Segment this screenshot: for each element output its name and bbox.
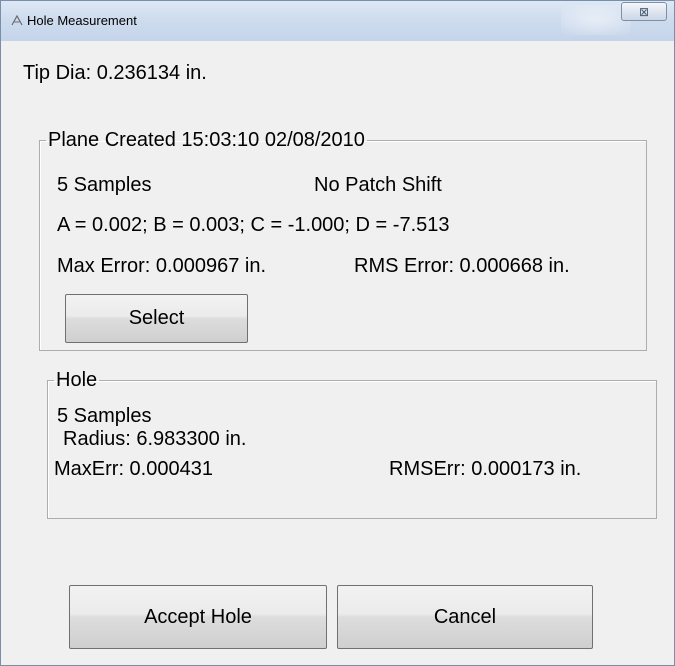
hole-measurement-dialog: Hole Measurement ⊠ Tip Dia: 0.236134 in.… (0, 0, 675, 666)
cancel-button[interactable]: Cancel (337, 585, 593, 649)
hole-group-legend: Hole (56, 369, 98, 391)
close-button[interactable]: ⊠ (621, 2, 667, 21)
dialog-client-area: Tip Dia: 0.236134 in. Plane Created 15:0… (9, 41, 666, 659)
plane-group-legend: Plane Created 15:03:10 02/08/2010 (48, 129, 365, 151)
plane-equation-label: A = 0.002; B = 0.003; C = -1.000; D = -7… (57, 214, 450, 236)
plane-max-error-label: Max Error: 0.000967 in. (57, 255, 266, 277)
plane-samples-label: 5 Samples (57, 174, 152, 196)
close-icon: ⊠ (638, 4, 650, 19)
hole-rms-err-label: RMSErr: 0.000173 in. (389, 458, 582, 480)
app-icon (11, 14, 23, 26)
select-button[interactable]: Select (65, 294, 248, 343)
tip-diameter-label: Tip Dia: 0.236134 in. (23, 62, 207, 84)
accept-hole-button[interactable]: Accept Hole (69, 585, 327, 649)
hole-max-err-label: MaxErr: 0.000431 (54, 458, 213, 480)
window-title: Hole Measurement (27, 13, 137, 28)
patch-shift-label: No Patch Shift (314, 174, 442, 196)
title-bar[interactable]: Hole Measurement ⊠ (1, 1, 674, 41)
hole-samples-label: 5 Samples (57, 405, 152, 427)
hole-radius-label: Radius: 6.983300 in. (63, 428, 247, 450)
plane-rms-error-label: RMS Error: 0.000668 in. (354, 255, 570, 277)
